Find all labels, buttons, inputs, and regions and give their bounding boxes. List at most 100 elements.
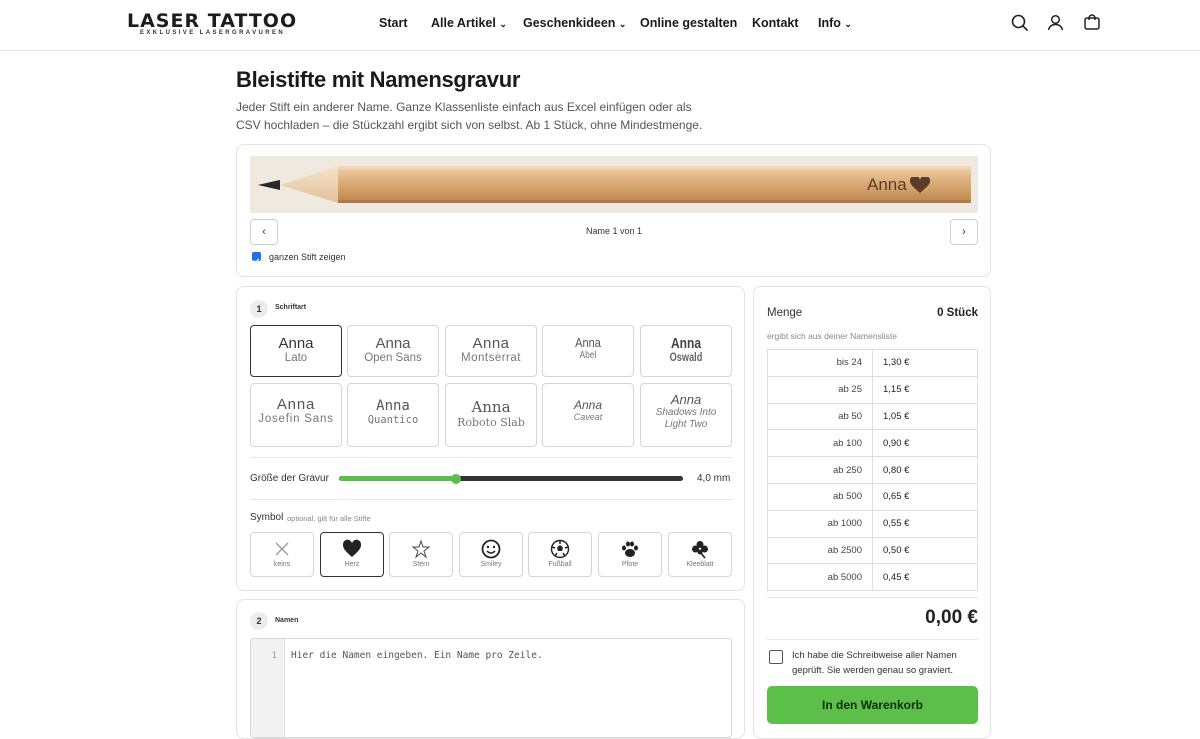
symbol-option-heart[interactable]: Herz — [320, 532, 384, 577]
quantity-hint: ergibt sich aus deiner Namensliste — [767, 331, 897, 341]
nav-label: Info — [818, 16, 841, 30]
nav-info[interactable]: Info ⌄ — [818, 16, 852, 30]
symbol-hint: optional, gilt für alle Stifte — [287, 514, 371, 523]
logo-wordmark: LASER TATTOO — [127, 10, 298, 32]
tier-price: 1,15 € — [872, 375, 978, 404]
font-name: Lato — [284, 352, 308, 364]
font-option-lato[interactable]: Anna Lato — [250, 325, 342, 377]
previous-name-button[interactable]: ‹ — [250, 219, 278, 245]
symbol-name: keins — [273, 561, 291, 568]
chevron-down-icon: ⌄ — [499, 19, 507, 29]
table-row: ab 50 1,05 € — [767, 402, 978, 431]
font-option-abel[interactable]: Anna Abel — [542, 325, 634, 377]
font-sample: Anna — [276, 396, 316, 413]
size-slider-fill — [339, 476, 456, 481]
symbol-name: Smiley — [480, 561, 502, 568]
tier-qty: ab 25 — [767, 375, 873, 404]
font-sample: Anna — [670, 392, 702, 407]
search-icon[interactable] — [1011, 14, 1029, 32]
names-step-label: Namen — [275, 617, 299, 624]
nav-alle-artikel[interactable]: Alle Artikel ⌄ — [431, 16, 507, 30]
font-option-roboto-slab[interactable]: Anna Roboto Slab — [445, 383, 537, 447]
tier-price: 1,30 € — [872, 349, 978, 377]
chevron-down-icon: ⌄ — [844, 19, 852, 29]
font-sample: Anna — [278, 335, 314, 352]
table-row: ab 25 1,15 € — [767, 375, 978, 404]
names-placeholder: Hier die Namen eingeben. Ein Name pro Ze… — [291, 650, 543, 661]
symbol-option-clover[interactable]: Kleeblatt — [668, 532, 732, 577]
symbol-name: Kleeblatt — [686, 561, 714, 568]
star-icon — [411, 539, 431, 559]
page-subtitle: Jeder Stift ein anderer Name. Ganze Klas… — [236, 100, 703, 132]
tier-price: 0,80 € — [872, 456, 978, 484]
confirm-spelling-label: Ich habe die Schreibweise aller Namen ge… — [792, 650, 957, 676]
symbol-name: Pfote — [621, 561, 639, 568]
font-name: Quantico — [367, 414, 419, 426]
checkmark-icon — [253, 258, 260, 264]
symbol-name: Stern — [412, 561, 430, 568]
cart-icon[interactable] — [1083, 13, 1101, 31]
size-value: 4,0 mm — [697, 473, 731, 484]
next-name-button[interactable]: › — [950, 219, 978, 245]
font-option-caveat[interactable]: Anna Caveat — [542, 383, 634, 447]
symbol-name: Herz — [344, 561, 360, 568]
size-slider-thumb[interactable] — [450, 474, 461, 484]
heart-icon — [342, 539, 362, 557]
symbol-option-none[interactable]: keins — [250, 532, 314, 577]
tier-qty: ab 100 — [767, 429, 873, 458]
table-row: ab 250 0,80 € — [767, 456, 978, 484]
add-to-cart-button[interactable]: In den Warenkorb — [767, 686, 978, 724]
confirm-spelling-checkbox[interactable] — [769, 650, 783, 664]
font-sample: Anna — [376, 398, 410, 414]
quantity-label: Menge — [767, 307, 803, 319]
tier-qty: ab 250 — [767, 456, 873, 484]
engraving-text: Anna — [867, 175, 907, 194]
name-counter: Name 1 von 1 — [585, 226, 643, 236]
symbol-option-paw[interactable]: Pfote — [598, 532, 662, 577]
logo-tagline: EXKLUSIVE LASERGRAVUREN — [140, 30, 286, 36]
page-title: Bleistifte mit Namensgravur — [236, 67, 521, 92]
symbol-option-football[interactable]: Fußball — [528, 532, 592, 577]
symbol-option-smiley[interactable]: Smiley — [459, 532, 523, 577]
nav-online-gestalten[interactable]: Online gestalten — [640, 16, 737, 30]
font-name: Oswald — [669, 352, 703, 364]
nav-geschenkideen[interactable]: Geschenkideen ⌄ — [523, 16, 626, 30]
nav-start[interactable]: Start — [379, 16, 407, 30]
line-gutter: 1 — [251, 639, 285, 737]
nav-label: Geschenkideen — [523, 16, 616, 30]
tier-price: 0,55 € — [872, 509, 978, 538]
tier-price: 0,90 € — [872, 429, 978, 458]
symbol-option-star[interactable]: Stern — [389, 532, 453, 577]
tier-qty: ab 50 — [767, 402, 873, 431]
font-option-quantico[interactable]: Anna Quantico — [347, 383, 439, 447]
show-whole-checkbox[interactable] — [252, 252, 261, 264]
chevron-down-icon: ⌄ — [618, 19, 627, 29]
price-tier-table: bis 24 1,30 € ab 25 1,15 € ab 50 1,05 € ab … — [767, 349, 978, 592]
font-option-open-sans[interactable]: Anna Open Sans — [347, 325, 439, 377]
football-icon — [550, 539, 570, 559]
quantity-value: 0 Stück — [937, 307, 978, 319]
site-header: LASER TATTOO EXKLUSIVE LASERGRAVUREN Sta… — [0, 0, 1200, 51]
font-sample: Anna — [471, 398, 511, 416]
font-sample: Anna — [671, 335, 701, 352]
total-price: 0,00 € — [925, 607, 978, 628]
font-name: Abel — [579, 350, 597, 361]
table-row: ab 100 0,90 € — [767, 429, 978, 458]
nav-kontakt[interactable]: Kontakt — [752, 16, 799, 30]
size-label: Größe der Gravur — [250, 473, 329, 484]
font-option-oswald[interactable]: Anna Oswald — [640, 325, 732, 377]
font-option-josefin-sans[interactable]: Anna Josefin Sans — [250, 383, 342, 447]
nav-label: Alle Artikel — [431, 16, 496, 30]
font-option-montserrat[interactable]: Anna Montserrat — [445, 325, 537, 377]
names-editor[interactable]: 1 Hier die Namen eingeben. Ein Name pro … — [250, 638, 732, 738]
tier-price: 0,50 € — [872, 536, 978, 565]
symbol-label: Symbol — [250, 512, 284, 523]
table-row: ab 500 0,65 € — [767, 482, 978, 511]
step-number: 2 — [250, 612, 268, 630]
font-option-shadows-into-light-two[interactable]: Anna Shadows Into Light Two — [640, 383, 732, 447]
font-sample: Anna — [575, 335, 601, 350]
account-icon[interactable] — [1047, 14, 1064, 31]
divider — [767, 597, 978, 598]
divider — [250, 499, 732, 500]
site-logo[interactable]: LASER TATTOO EXKLUSIVE LASERGRAVUREN — [127, 10, 307, 40]
